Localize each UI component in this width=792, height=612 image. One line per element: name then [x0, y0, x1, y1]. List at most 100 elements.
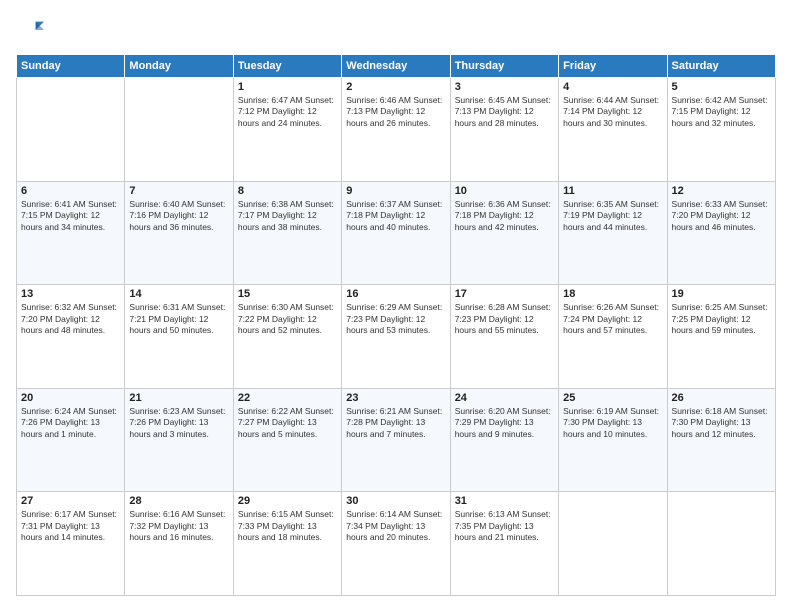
- calendar-cell: [667, 492, 775, 596]
- calendar-cell: 18 Sunrise: 6:26 AM Sunset: 7:24 PM Dayli…: [559, 285, 667, 389]
- day-number: 21: [129, 392, 228, 404]
- day-number: 4: [563, 81, 662, 93]
- logo-icon: [16, 16, 44, 44]
- calendar-cell: 3Sunrise: 6:45 AM Sunset: 7:13 PM Daylig…: [450, 78, 558, 182]
- day-number: 27: [21, 495, 120, 507]
- calendar-week-row: 27 Sunrise: 6:17 AM Sunset: 7:31 PM Dayli…: [17, 492, 776, 596]
- day-number: 30: [346, 495, 445, 507]
- day-info: Sunrise: 6:13 AM Sunset: 7:35 PM Dayligh…: [455, 509, 554, 543]
- calendar-cell: 19 Sunrise: 6:25 AM Sunset: 7:25 PM Dayli…: [667, 285, 775, 389]
- day-info: Sunrise: 6:25 AM Sunset: 7:25 PM Dayligh…: [672, 302, 771, 336]
- day-info: Sunrise: 6:23 AM Sunset: 7:26 PM Dayligh…: [129, 406, 228, 440]
- calendar-cell: 6Sunrise: 6:41 AM Sunset: 7:15 PM Daylig…: [17, 181, 125, 285]
- weekday-header-friday: Friday: [559, 55, 667, 78]
- day-info: Sunrise: 6:46 AM Sunset: 7:13 PM Dayligh…: [346, 95, 445, 129]
- day-number: 10: [455, 185, 554, 197]
- calendar-cell: [17, 78, 125, 182]
- weekday-header-wednesday: Wednesday: [342, 55, 450, 78]
- page: SundayMondayTuesdayWednesdayThursdayFrid…: [0, 0, 792, 612]
- weekday-header-row: SundayMondayTuesdayWednesdayThursdayFrid…: [17, 55, 776, 78]
- calendar-cell: 9Sunrise: 6:37 AM Sunset: 7:18 PM Daylig…: [342, 181, 450, 285]
- calendar-cell: 5 Sunrise: 6:42 AM Sunset: 7:15 PM Daylig…: [667, 78, 775, 182]
- calendar-cell: 22 Sunrise: 6:22 AM Sunset: 7:27 PM Dayli…: [233, 388, 341, 492]
- day-info: Sunrise: 6:40 AM Sunset: 7:16 PM Dayligh…: [129, 199, 228, 233]
- calendar-cell: 4 Sunrise: 6:44 AM Sunset: 7:14 PM Daylig…: [559, 78, 667, 182]
- calendar-table: SundayMondayTuesdayWednesdayThursdayFrid…: [16, 54, 776, 596]
- header: [16, 16, 776, 44]
- calendar-cell: 12 Sunrise: 6:33 AM Sunset: 7:20 PM Dayli…: [667, 181, 775, 285]
- weekday-header-sunday: Sunday: [17, 55, 125, 78]
- weekday-header-saturday: Saturday: [667, 55, 775, 78]
- calendar-cell: 21 Sunrise: 6:23 AM Sunset: 7:26 PM Dayli…: [125, 388, 233, 492]
- day-info: Sunrise: 6:47 AM Sunset: 7:12 PM Dayligh…: [238, 95, 337, 129]
- day-number: 22: [238, 392, 337, 404]
- calendar-cell: 8Sunrise: 6:38 AM Sunset: 7:17 PM Daylig…: [233, 181, 341, 285]
- day-number: 23: [346, 392, 445, 404]
- weekday-header-tuesday: Tuesday: [233, 55, 341, 78]
- calendar-cell: 16 Sunrise: 6:29 AM Sunset: 7:23 PM Dayli…: [342, 285, 450, 389]
- calendar-cell: 11 Sunrise: 6:35 AM Sunset: 7:19 PM Dayli…: [559, 181, 667, 285]
- day-number: 20: [21, 392, 120, 404]
- day-info: Sunrise: 6:24 AM Sunset: 7:26 PM Dayligh…: [21, 406, 120, 440]
- day-info: Sunrise: 6:16 AM Sunset: 7:32 PM Dayligh…: [129, 509, 228, 543]
- calendar-cell: 30 Sunrise: 6:14 AM Sunset: 7:34 PM Dayli…: [342, 492, 450, 596]
- day-number: 28: [129, 495, 228, 507]
- day-info: Sunrise: 6:32 AM Sunset: 7:20 PM Dayligh…: [21, 302, 120, 336]
- day-info: Sunrise: 6:22 AM Sunset: 7:27 PM Dayligh…: [238, 406, 337, 440]
- day-number: 14: [129, 288, 228, 300]
- calendar-cell: 20 Sunrise: 6:24 AM Sunset: 7:26 PM Dayli…: [17, 388, 125, 492]
- calendar-cell: 17 Sunrise: 6:28 AM Sunset: 7:23 PM Dayli…: [450, 285, 558, 389]
- day-number: 15: [238, 288, 337, 300]
- calendar-cell: 1Sunrise: 6:47 AM Sunset: 7:12 PM Daylig…: [233, 78, 341, 182]
- day-info: Sunrise: 6:35 AM Sunset: 7:19 PM Dayligh…: [563, 199, 662, 233]
- day-info: Sunrise: 6:28 AM Sunset: 7:23 PM Dayligh…: [455, 302, 554, 336]
- calendar-week-row: 6Sunrise: 6:41 AM Sunset: 7:15 PM Daylig…: [17, 181, 776, 285]
- day-info: Sunrise: 6:26 AM Sunset: 7:24 PM Dayligh…: [563, 302, 662, 336]
- weekday-header-thursday: Thursday: [450, 55, 558, 78]
- calendar-cell: 23 Sunrise: 6:21 AM Sunset: 7:28 PM Dayli…: [342, 388, 450, 492]
- calendar-cell: 29Sunrise: 6:15 AM Sunset: 7:33 PM Dayli…: [233, 492, 341, 596]
- day-info: Sunrise: 6:20 AM Sunset: 7:29 PM Dayligh…: [455, 406, 554, 440]
- calendar-header: SundayMondayTuesdayWednesdayThursdayFrid…: [17, 55, 776, 78]
- day-number: 26: [672, 392, 771, 404]
- calendar-cell: 2 Sunrise: 6:46 AM Sunset: 7:13 PM Daylig…: [342, 78, 450, 182]
- day-number: 17: [455, 288, 554, 300]
- day-number: 11: [563, 185, 662, 197]
- calendar-week-row: 20 Sunrise: 6:24 AM Sunset: 7:26 PM Dayli…: [17, 388, 776, 492]
- day-info: Sunrise: 6:17 AM Sunset: 7:31 PM Dayligh…: [21, 509, 120, 543]
- day-number: 13: [21, 288, 120, 300]
- day-number: 2: [346, 81, 445, 93]
- day-number: 18: [563, 288, 662, 300]
- day-info: Sunrise: 6:45 AM Sunset: 7:13 PM Dayligh…: [455, 95, 554, 129]
- calendar-cell: 27 Sunrise: 6:17 AM Sunset: 7:31 PM Dayli…: [17, 492, 125, 596]
- calendar-cell: 13 Sunrise: 6:32 AM Sunset: 7:20 PM Dayli…: [17, 285, 125, 389]
- day-number: 8: [238, 185, 337, 197]
- calendar-cell: 28 Sunrise: 6:16 AM Sunset: 7:32 PM Dayli…: [125, 492, 233, 596]
- day-number: 12: [672, 185, 771, 197]
- day-info: Sunrise: 6:44 AM Sunset: 7:14 PM Dayligh…: [563, 95, 662, 129]
- calendar-week-row: 13 Sunrise: 6:32 AM Sunset: 7:20 PM Dayli…: [17, 285, 776, 389]
- calendar-cell: 7Sunrise: 6:40 AM Sunset: 7:16 PM Daylig…: [125, 181, 233, 285]
- calendar-cell: [125, 78, 233, 182]
- day-info: Sunrise: 6:42 AM Sunset: 7:15 PM Dayligh…: [672, 95, 771, 129]
- calendar-week-row: 1Sunrise: 6:47 AM Sunset: 7:12 PM Daylig…: [17, 78, 776, 182]
- day-info: Sunrise: 6:36 AM Sunset: 7:18 PM Dayligh…: [455, 199, 554, 233]
- calendar-cell: 25Sunrise: 6:19 AM Sunset: 7:30 PM Dayli…: [559, 388, 667, 492]
- calendar-cell: 26 Sunrise: 6:18 AM Sunset: 7:30 PM Dayli…: [667, 388, 775, 492]
- day-info: Sunrise: 6:33 AM Sunset: 7:20 PM Dayligh…: [672, 199, 771, 233]
- calendar-cell: 24Sunrise: 6:20 AM Sunset: 7:29 PM Dayli…: [450, 388, 558, 492]
- day-info: Sunrise: 6:18 AM Sunset: 7:30 PM Dayligh…: [672, 406, 771, 440]
- day-info: Sunrise: 6:14 AM Sunset: 7:34 PM Dayligh…: [346, 509, 445, 543]
- day-number: 16: [346, 288, 445, 300]
- calendar-cell: 10 Sunrise: 6:36 AM Sunset: 7:18 PM Dayli…: [450, 181, 558, 285]
- day-number: 5: [672, 81, 771, 93]
- day-info: Sunrise: 6:19 AM Sunset: 7:30 PM Dayligh…: [563, 406, 662, 440]
- day-number: 19: [672, 288, 771, 300]
- day-info: Sunrise: 6:21 AM Sunset: 7:28 PM Dayligh…: [346, 406, 445, 440]
- day-number: 29: [238, 495, 337, 507]
- calendar-cell: 14Sunrise: 6:31 AM Sunset: 7:21 PM Dayli…: [125, 285, 233, 389]
- day-info: Sunrise: 6:30 AM Sunset: 7:22 PM Dayligh…: [238, 302, 337, 336]
- calendar-cell: 31Sunrise: 6:13 AM Sunset: 7:35 PM Dayli…: [450, 492, 558, 596]
- day-info: Sunrise: 6:29 AM Sunset: 7:23 PM Dayligh…: [346, 302, 445, 336]
- calendar-body: 1Sunrise: 6:47 AM Sunset: 7:12 PM Daylig…: [17, 78, 776, 596]
